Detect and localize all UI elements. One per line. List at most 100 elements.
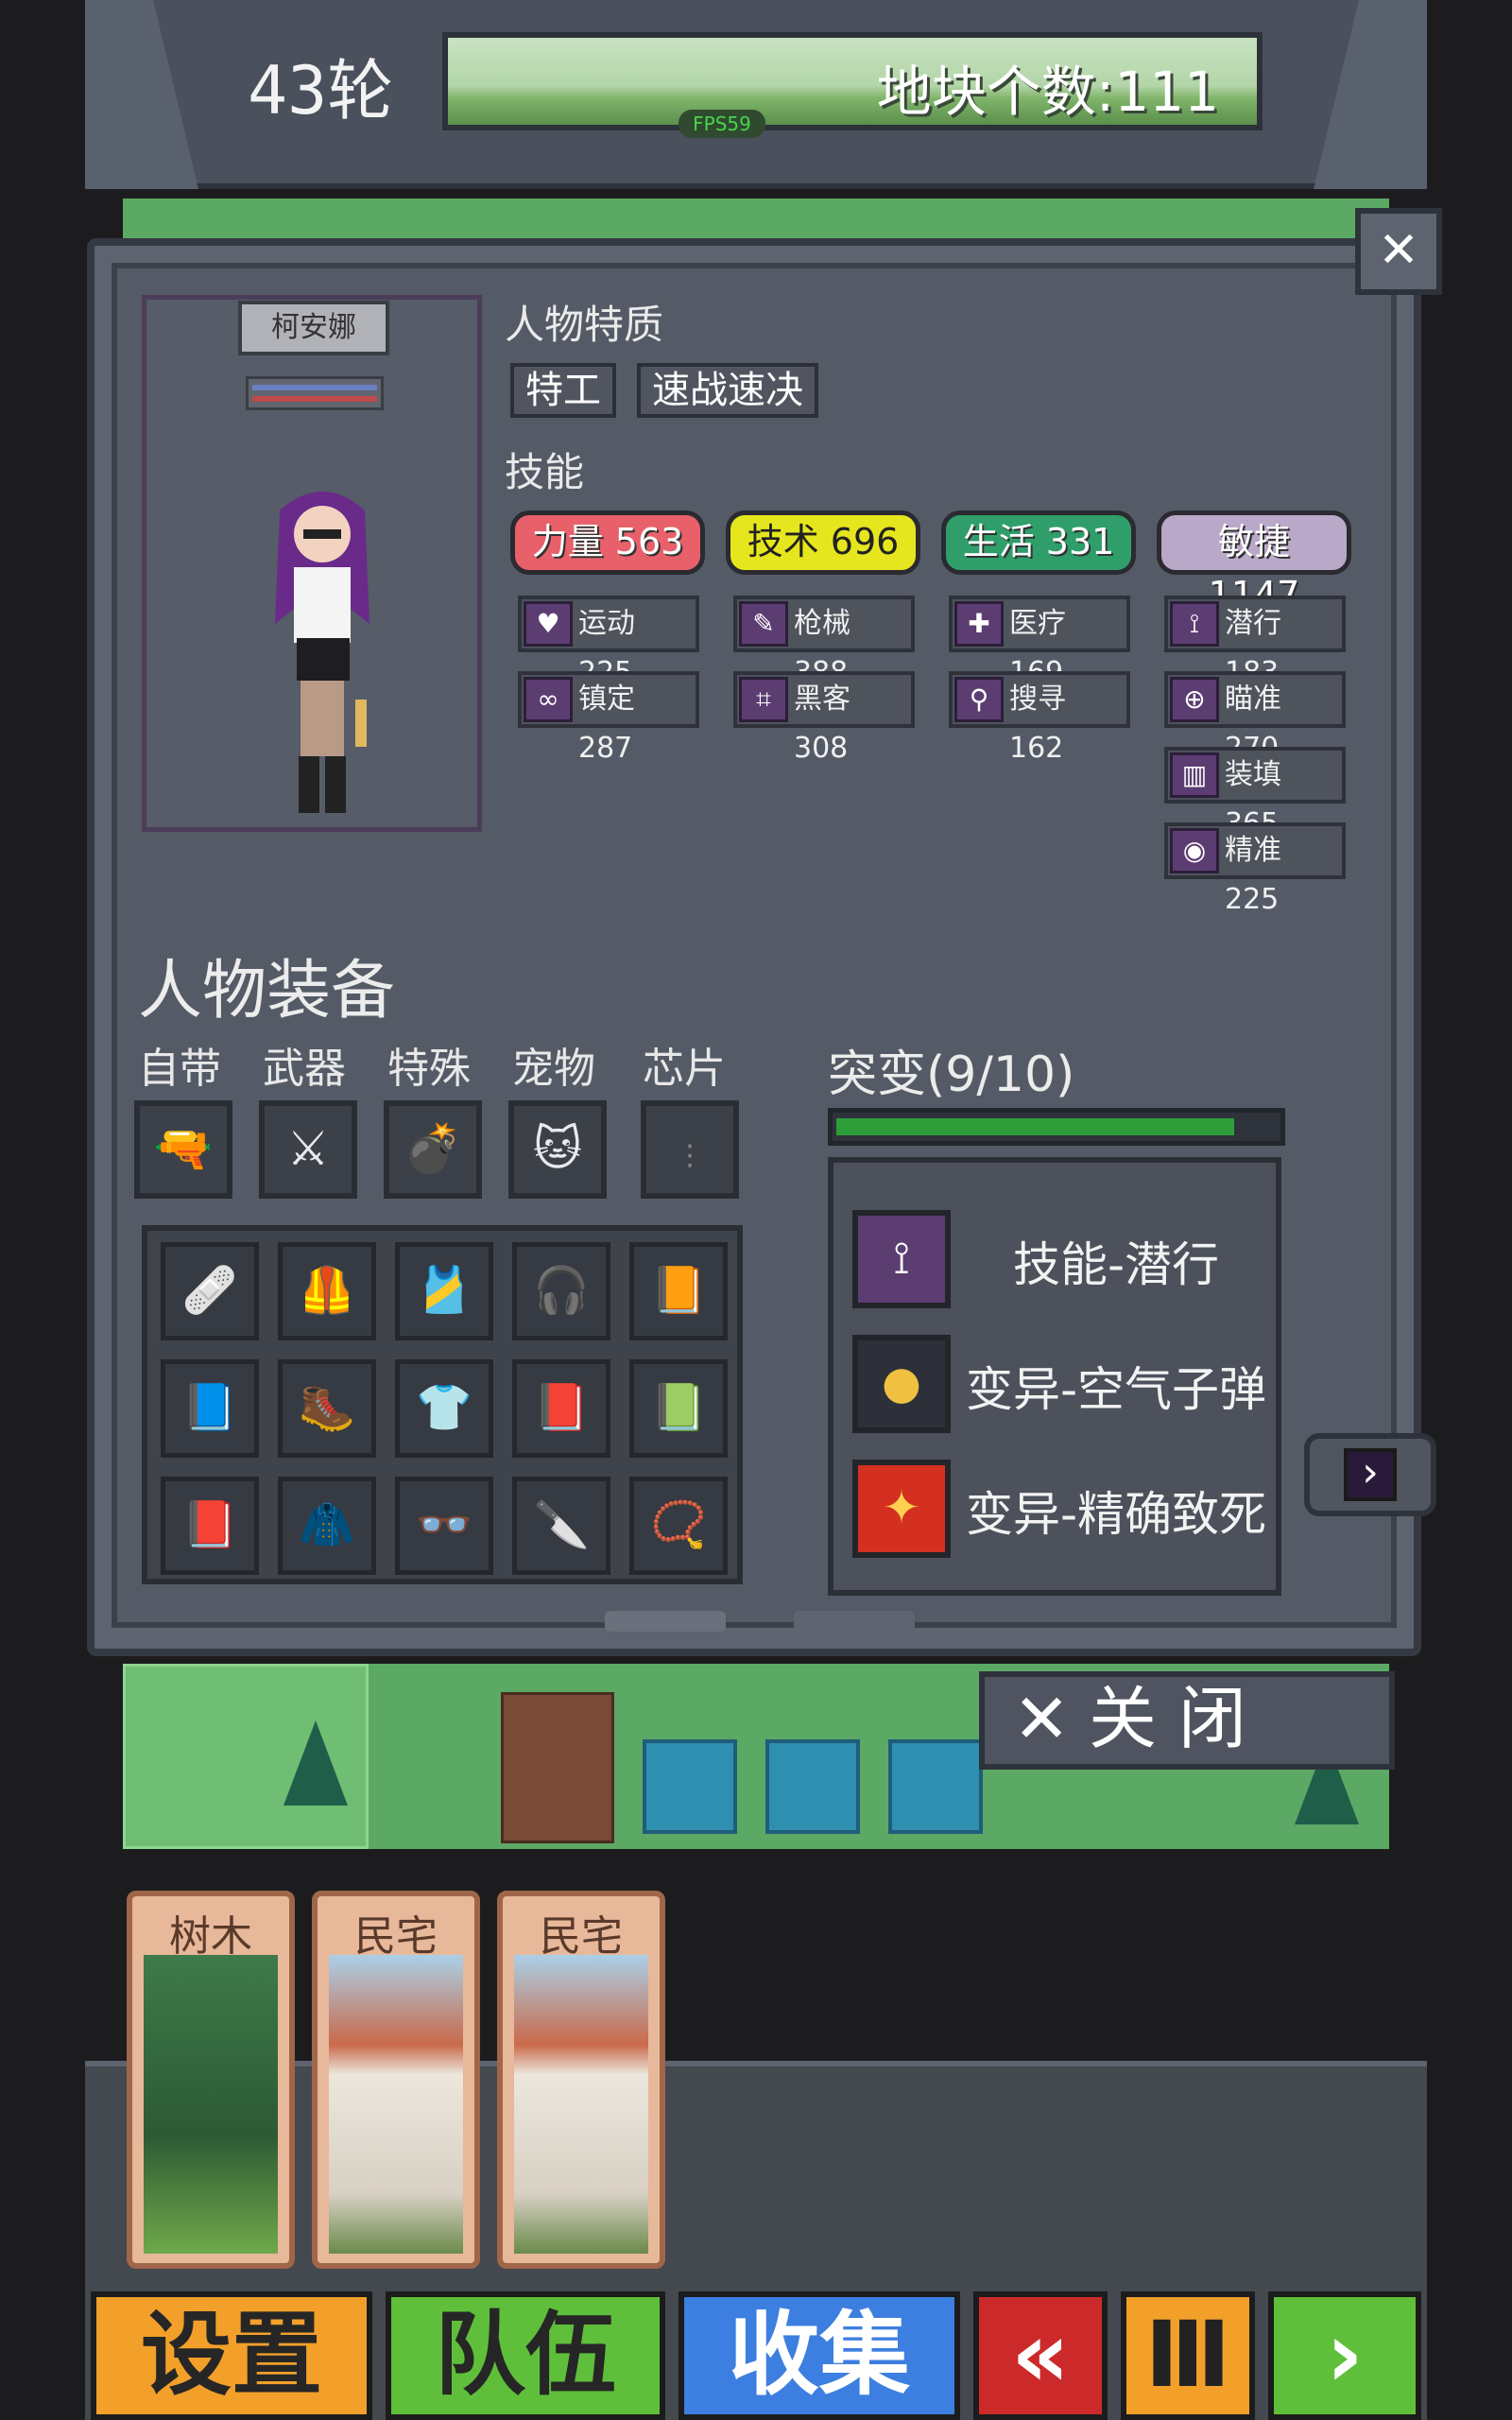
round-counter: 43轮 — [248, 52, 394, 130]
glasses-icon: ∞ — [524, 677, 573, 722]
target-book-icon: 📕 — [181, 1498, 238, 1551]
search-book-icon: 📕 — [533, 1381, 590, 1434]
inventory-item[interactable]: 🎽 — [395, 1242, 493, 1340]
feather-icon: ✎ — [739, 601, 788, 647]
magnifier-icon: ⚲ — [954, 677, 1004, 722]
mutation-item[interactable]: ✦ 变异-精确致死 — [852, 1460, 1268, 1558]
mutation-label: 变异-精确致死 — [966, 1487, 1267, 1542]
settings-button[interactable]: 设置 — [91, 2291, 372, 2420]
suit-icon: 🧥 — [299, 1498, 355, 1551]
mutation-progress-fill — [836, 1118, 1235, 1135]
panel-close-button[interactable]: ✕ — [1355, 208, 1442, 295]
inventory-item[interactable]: 📘 — [161, 1359, 259, 1458]
page-indicator — [605, 1611, 726, 1632]
tile-count-banner: 地块个数:111 — [442, 32, 1263, 130]
fps-counter: FPS59 — [679, 110, 765, 138]
subskill-calm: ∞ 镇定 287 — [518, 671, 699, 765]
team-button[interactable]: 队伍 — [386, 2291, 665, 2420]
inventory-item[interactable]: 📙 — [629, 1242, 728, 1340]
chip-icon: ⋮ — [676, 1139, 704, 1172]
subskill-sports: ♥运动 225 — [518, 596, 699, 689]
inventory-item[interactable]: 📕 — [161, 1477, 259, 1575]
rifle-icon: ⚔ — [286, 1121, 330, 1176]
stat-tech: 技术 696 — [726, 510, 920, 575]
circuit-icon: ⌗ — [739, 677, 788, 722]
book-icon: 📙 — [650, 1264, 707, 1317]
top-bar-wing-right — [1314, 0, 1427, 189]
chevron-right-icon: › — [1344, 1448, 1397, 1501]
magazine-icon: ▥ — [1170, 752, 1219, 798]
health-bar — [252, 396, 377, 402]
inventory-item[interactable]: 📿 — [629, 1477, 728, 1575]
equip-label-weapon: 武器 — [263, 1045, 346, 1093]
subskill-search: ⚲ 搜寻 162 — [949, 671, 1130, 765]
subskill-label: 精准 225 — [1225, 834, 1281, 916]
armor-vest-icon: 🦺 — [299, 1264, 355, 1317]
inventory-item[interactable]: 🩹 — [161, 1242, 259, 1340]
health-bars — [246, 376, 384, 410]
close-button[interactable]: ✕ 关 闭 — [979, 1671, 1395, 1770]
house-image — [514, 1955, 648, 2254]
trait-agent[interactable]: 特工 — [510, 363, 616, 418]
slot-pet[interactable]: 🐱 — [508, 1100, 607, 1199]
next-page-button[interactable]: › — [1304, 1433, 1436, 1516]
page-indicator — [794, 1611, 915, 1632]
skills-title: 技能 — [505, 449, 585, 495]
mutation-label: 技能-潜行 — [1013, 1237, 1220, 1292]
card-house[interactable]: 民宅 — [497, 1891, 665, 2269]
inventory-item[interactable]: 🥾 — [278, 1359, 376, 1458]
shirt-icon: 👕 — [416, 1381, 472, 1434]
mutation-item[interactable]: ● 变异-空气子弹 — [852, 1335, 1268, 1433]
card-tree[interactable]: 树木 — [127, 1891, 295, 2269]
inventory-item[interactable]: 🦺 — [278, 1242, 376, 1340]
subskill-stealth: ⟟潜行 183 — [1164, 596, 1346, 689]
speed-button[interactable]: Ⅲ — [1121, 2291, 1255, 2420]
pool-tile[interactable] — [765, 1739, 860, 1834]
slot-chip[interactable]: ⋮ — [641, 1100, 739, 1199]
equipment-title: 人物装备 — [138, 954, 396, 1028]
trait-blitz[interactable]: 速战速决 — [637, 363, 818, 418]
close-button-label: 关 闭 — [1089, 1679, 1246, 1758]
mutation-progress — [828, 1108, 1285, 1146]
subskill-precision: ◉ 精准 225 — [1164, 822, 1346, 916]
close-icon: ✕ — [1013, 1679, 1071, 1758]
tactical-vest-icon: 🎽 — [416, 1264, 472, 1317]
collect-button[interactable]: 收集 — [679, 2291, 960, 2420]
slot-weapon[interactable]: ⚔ — [259, 1100, 357, 1199]
cat-icon: 🐱 — [532, 1121, 583, 1176]
glasses-book-icon: 👓 — [416, 1498, 472, 1551]
inventory-item[interactable]: 🧥 — [278, 1477, 376, 1575]
traits-title: 人物特质 — [505, 302, 664, 348]
inventory-item[interactable]: 🎧 — [512, 1242, 610, 1340]
card-house[interactable]: 民宅 — [312, 1891, 480, 2269]
crosshair-icon: ⊕ — [1170, 677, 1219, 722]
slot-special[interactable]: 💣 — [384, 1100, 482, 1199]
pool-tile[interactable] — [643, 1739, 737, 1834]
inventory-item[interactable]: 📗 — [629, 1359, 728, 1458]
inventory-item[interactable]: 🔪 — [512, 1477, 610, 1575]
inventory-item[interactable]: 👕 — [395, 1359, 493, 1458]
sneak-icon: ⟟ — [852, 1210, 951, 1308]
inventory-item[interactable]: 📕 — [512, 1359, 610, 1458]
forest-image — [144, 1955, 278, 2254]
mutation-item[interactable]: ⟟ 技能-潜行 — [852, 1210, 1268, 1308]
stat-agility: 敏捷 1147 — [1157, 510, 1351, 615]
slot-builtin[interactable]: 🔫 — [134, 1100, 232, 1199]
heart-icon: ♥ — [524, 601, 573, 647]
tree-icon — [284, 1720, 348, 1806]
game-screen: 43轮 地块个数:111 FPS59 ✕ 柯安娜 人物特质 特工 速战速决 技能… — [0, 0, 1512, 2420]
tile-count: 地块个数:111 — [876, 60, 1219, 124]
eye-icon: ◉ — [1170, 828, 1219, 873]
mutation-list: ⟟ 技能-潜行 ● 变异-空气子弹 ✦ 变异-精确致死 — [828, 1157, 1281, 1596]
inventory-item[interactable]: 👓 — [395, 1477, 493, 1575]
equip-label-special: 特殊 — [387, 1045, 471, 1093]
rewind-button[interactable]: « — [973, 2291, 1108, 2420]
play-button[interactable]: › — [1268, 2291, 1421, 2420]
subskill-reload: ▥装填 365 — [1164, 747, 1346, 840]
inventory-grid: 🩹 🦺 🎽 🎧 📙 📘 🥾 👕 📕 📗 📕 🧥 👓 🔪 📿 — [142, 1225, 743, 1584]
boots-icon: 🥾 — [299, 1381, 355, 1434]
pool-tile[interactable] — [888, 1739, 983, 1834]
stat-strength: 力量 563 — [510, 510, 705, 575]
character-sprite — [275, 492, 369, 813]
equip-label-builtin: 自带 — [138, 1045, 221, 1093]
